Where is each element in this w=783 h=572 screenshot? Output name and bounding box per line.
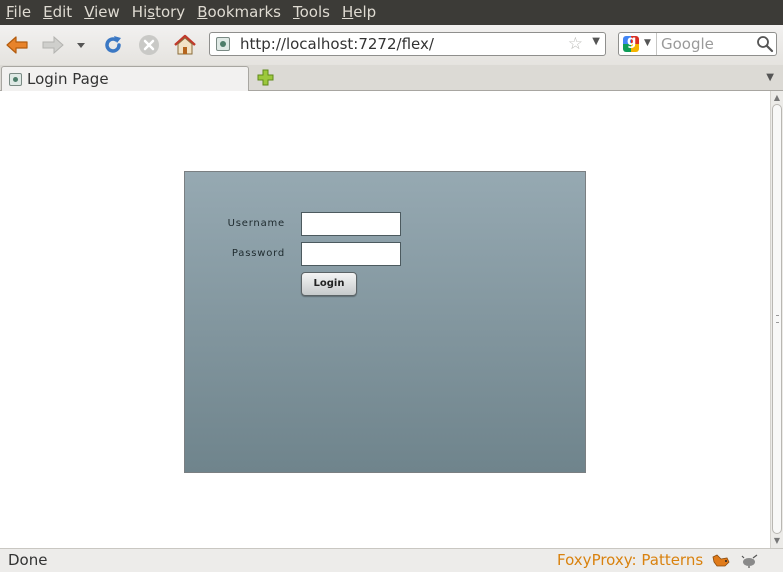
history-dropdown-button[interactable] [74,33,88,57]
url-dropdown-icon[interactable]: ▼ [592,36,600,47]
menu-tools-label: ools [299,3,330,21]
menu-history[interactable]: History [126,0,191,25]
search-bar[interactable]: ▼ Google [618,32,777,56]
home-icon [174,34,196,55]
search-icon[interactable] [756,35,774,57]
engine-dropdown-icon: ▼ [644,38,651,48]
login-button[interactable]: Login [301,272,357,296]
menu-bookmarks-accel: B [197,3,208,21]
addon-bug-icon[interactable] [741,554,759,572]
scrollbar-thumb[interactable] [772,104,782,534]
menu-history-pre: Hi [131,3,148,21]
login-panel: Username Password Login [184,171,586,473]
google-engine-icon [623,34,639,52]
menu-bookmarks-label: ookmarks [207,3,281,21]
menu-bookmarks[interactable]: Bookmarks [191,0,287,25]
scroll-up-arrow-icon[interactable]: ▲ [772,93,782,103]
back-button[interactable] [5,33,29,57]
stop-button[interactable] [137,33,161,57]
vertical-scrollbar[interactable]: ▲ ▼ [770,91,783,548]
menu-history-accel: s [147,3,156,21]
new-tab-button[interactable] [257,69,274,86]
reload-icon [105,36,121,53]
page-content: Username Password Login [0,91,770,548]
password-field[interactable] [301,242,401,266]
menu-tools[interactable]: Tools [287,0,336,25]
back-arrow-icon [6,36,28,54]
home-button[interactable] [173,33,197,57]
foxyproxy-status[interactable]: FoxyProxy: Patterns [557,551,703,569]
fox-icon[interactable] [712,554,730,572]
username-field[interactable] [301,212,401,236]
thumb-grip-icon [776,315,779,323]
tab-login-page[interactable]: Login Page [1,66,249,92]
menu-edit-label: dit [52,3,73,21]
menu-file[interactable]: File [0,0,37,25]
bookmark-star-icon[interactable]: ☆ [568,34,583,54]
status-bar: Done FoxyProxy: Patterns [0,548,783,572]
username-label: Username [227,218,285,229]
menu-edit-accel: E [43,3,53,21]
history-dropdown-icon [77,43,85,48]
forward-arrow-icon [42,35,64,55]
menu-view[interactable]: View [78,0,126,25]
tab-strip: Login Page ▼ [0,65,783,92]
tab-label: Login Page [27,70,109,88]
menu-view-label: iew [94,3,120,21]
menu-file-accel: F [6,3,14,21]
menu-help-label: elp [353,3,377,21]
menu-help[interactable]: Help [336,0,382,25]
menu-help-accel: H [341,3,354,21]
stop-icon [139,35,159,55]
status-text: Done [8,551,48,569]
scroll-down-arrow-icon[interactable]: ▼ [772,536,782,546]
menu-view-accel: V [84,3,95,21]
search-input[interactable]: Google [661,35,714,53]
search-engine-selector[interactable]: ▼ [619,33,657,55]
menu-edit[interactable]: Edit [37,0,78,25]
url-text[interactable]: http://localhost:7272/flex/ [240,35,434,53]
tab-list-dropdown-icon[interactable]: ▼ [766,72,774,83]
site-identity-icon[interactable] [216,37,230,51]
forward-button[interactable] [41,33,65,57]
menu-bar: File Edit View History Bookmarks Tools H… [0,0,783,25]
menu-tools-accel: T [293,3,300,21]
password-label: Password [231,248,285,259]
reload-button[interactable] [101,33,125,57]
url-bar[interactable]: http://localhost:7272/flex/ ☆ ▼ [209,32,606,56]
tab-favicon-icon [9,73,22,86]
plus-icon [257,69,274,86]
menu-history-label: tory [155,3,186,21]
menu-file-label: ile [13,3,32,21]
